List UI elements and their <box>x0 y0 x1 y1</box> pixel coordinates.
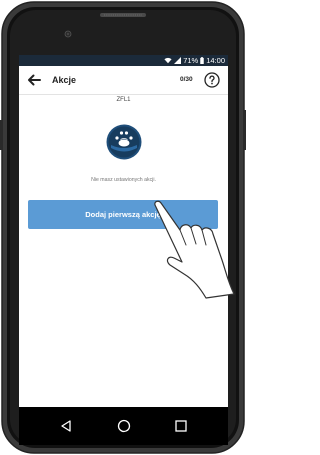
app-screen: 71% 14:00 Akcje 0/30 ZFL1 Nie masz ustaw… <box>19 55 228 407</box>
status-indicators: 71% 14:00 <box>164 55 225 66</box>
wifi-icon <box>164 57 172 64</box>
clock: 14:00 <box>206 56 225 65</box>
question-circle-icon[interactable] <box>204 72 220 88</box>
device-name: ZFL1 <box>116 97 131 103</box>
square-recent-icon[interactable] <box>174 419 188 433</box>
page-title: Akcje <box>52 75 77 85</box>
page: 71% 14:00 Akcje 0/30 ZFL1 Nie masz ustaw… <box>0 0 246 455</box>
remote-device-icon <box>106 124 142 160</box>
actions-counter: 0/30 <box>180 76 193 83</box>
battery-percent: 71% <box>183 56 199 65</box>
empty-state-message: Nie masz ustawionych akcji. <box>91 177 156 183</box>
signal-icon <box>174 57 182 64</box>
arrow-left-icon[interactable] <box>26 72 42 88</box>
add-first-action-button[interactable]: Dodaj pierwszą akcję <box>28 200 218 229</box>
android-nav-bar <box>19 407 228 445</box>
app-bar: Akcje 0/30 <box>19 66 228 95</box>
circle-home-icon[interactable] <box>117 419 131 433</box>
status-bar: 71% 14:00 <box>19 55 228 66</box>
battery-icon <box>200 57 204 64</box>
triangle-back-icon[interactable] <box>59 419 73 433</box>
